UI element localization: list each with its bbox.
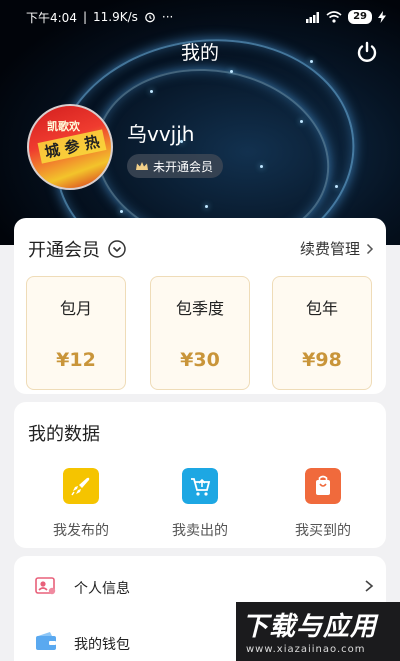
my-published-label: 我发布的 bbox=[53, 523, 109, 539]
plan-name: 包季度 bbox=[175, 299, 224, 318]
status-more-icon: ··· bbox=[161, 10, 174, 24]
vip-title: 开通会员 bbox=[28, 240, 100, 261]
crown-icon bbox=[136, 161, 148, 170]
site-watermark: 下载与应用 www.xiazaiinao.com bbox=[236, 602, 400, 661]
battery-indicator: 29 bbox=[348, 10, 372, 24]
page-title: 我的 bbox=[180, 42, 219, 64]
sparkle bbox=[260, 165, 263, 168]
plan-price: ¥98 bbox=[302, 349, 342, 371]
plan-name: 包年 bbox=[305, 299, 338, 318]
vip-title-group[interactable]: 开通会员 bbox=[28, 236, 126, 262]
watermark-text: 下载与应用 bbox=[242, 612, 378, 642]
status-time: 下午4:04 bbox=[26, 10, 77, 25]
charging-icon bbox=[378, 11, 386, 23]
menu-item-label: 我的钱包 bbox=[74, 637, 130, 653]
chevron-right-icon bbox=[366, 243, 374, 254]
rocket-icon bbox=[63, 468, 99, 504]
plan-monthly[interactable]: 包月 ¥12 bbox=[26, 276, 126, 390]
plan-price: ¥12 bbox=[56, 349, 96, 371]
sparkle bbox=[205, 205, 208, 208]
my-sold-label: 我卖出的 bbox=[172, 523, 228, 539]
plan-quarterly[interactable]: 包季度 ¥30 bbox=[150, 276, 250, 390]
cart-upload-icon bbox=[182, 468, 218, 504]
vip-card: 开通会员 续费管理 包月 ¥12 包季度 ¥30 包年 ¥98 bbox=[14, 218, 386, 394]
my-published-button[interactable]: 我发布的 bbox=[36, 468, 126, 540]
signal-icon bbox=[306, 11, 320, 23]
shopping-bag-icon bbox=[305, 468, 341, 504]
status-net-speed: 11.9K/s bbox=[93, 10, 138, 24]
plan-name: 包月 bbox=[59, 299, 92, 318]
sparkle bbox=[120, 210, 123, 213]
sparkle bbox=[230, 70, 233, 73]
profile-card-icon bbox=[35, 577, 56, 595]
plan-price: ¥30 bbox=[180, 349, 220, 371]
renew-management-label: 续费管理 bbox=[299, 240, 360, 258]
wallet-icon bbox=[36, 632, 56, 650]
plan-yearly[interactable]: 包年 ¥98 bbox=[272, 276, 372, 390]
chevron-right-icon bbox=[365, 580, 374, 592]
chevron-down-circle-icon bbox=[108, 240, 126, 258]
my-bought-button[interactable]: 我买到的 bbox=[278, 468, 368, 540]
membership-badge[interactable]: 未开通会员 bbox=[127, 154, 224, 178]
alarm-icon bbox=[145, 12, 155, 23]
membership-badge-label: 未开通会员 bbox=[153, 159, 214, 174]
avatar[interactable]: 凯歌欢 城 参 热 bbox=[27, 104, 113, 190]
power-icon[interactable] bbox=[356, 41, 378, 63]
status-divider: | bbox=[82, 10, 87, 24]
sparkle bbox=[335, 185, 338, 188]
username: 乌vvjjh bbox=[127, 122, 195, 146]
sparkle bbox=[300, 120, 303, 123]
my-sold-button[interactable]: 我卖出的 bbox=[155, 468, 245, 540]
my-data-card: 我的数据 我发布的 我卖出的 我买到的 bbox=[14, 402, 386, 548]
renew-management-link[interactable]: 续费管理 bbox=[300, 238, 374, 259]
sparkle bbox=[150, 90, 153, 93]
avatar-text-top: 凯歌欢 bbox=[47, 120, 80, 133]
avatar-text: 城 参 热 bbox=[37, 129, 107, 164]
my-data-title: 我的数据 bbox=[28, 424, 100, 445]
my-bought-label: 我买到的 bbox=[295, 523, 351, 539]
menu-item-label: 个人信息 bbox=[74, 581, 130, 597]
status-bar: 下午4:04 | 11.9K/s ··· 29 bbox=[0, 0, 400, 34]
wifi-icon bbox=[326, 11, 342, 23]
watermark-url: www.xiazaiinao.com bbox=[246, 644, 366, 655]
